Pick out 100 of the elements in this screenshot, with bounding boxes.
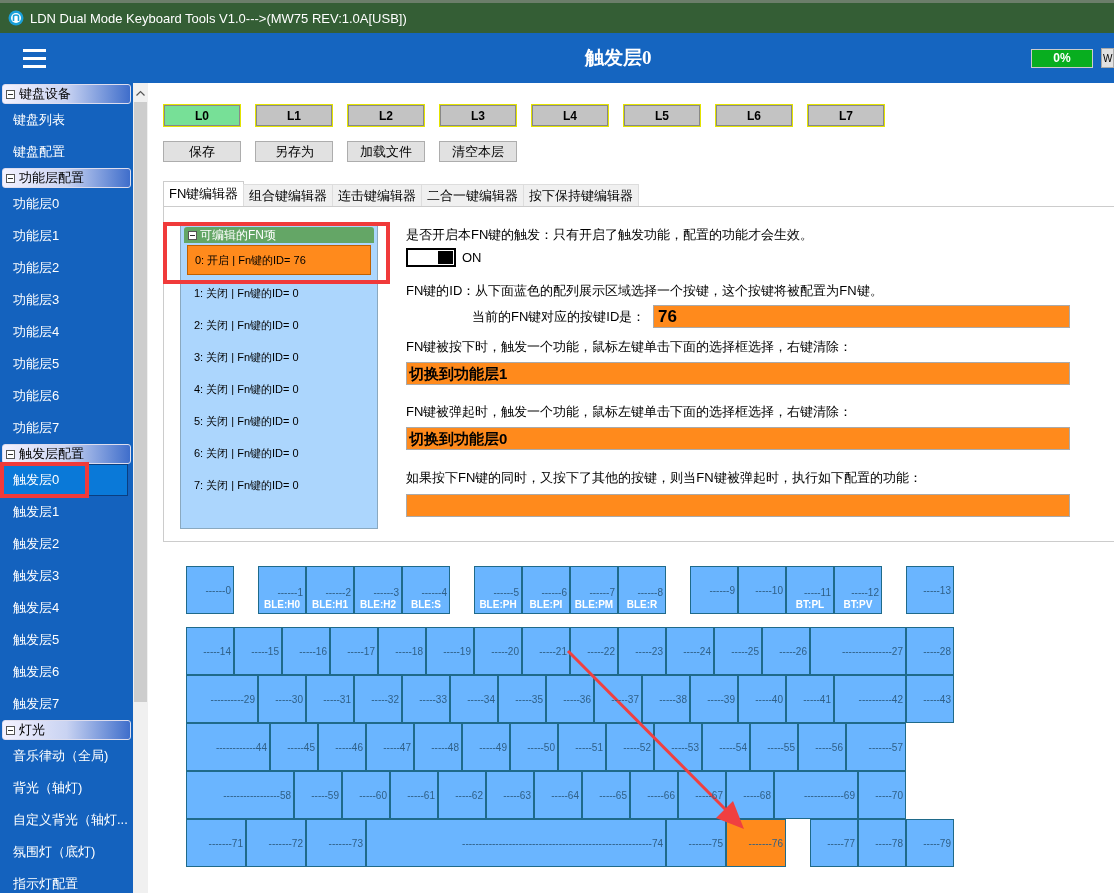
sidebar-group-header[interactable]: 键盘设备 xyxy=(2,84,131,104)
keyboard-key[interactable]: -----24 xyxy=(666,627,714,675)
sidebar-item[interactable]: 触发层4 xyxy=(0,592,133,624)
action-button[interactable]: 另存为 xyxy=(255,141,333,162)
sidebar-item[interactable]: 功能层7 xyxy=(0,412,133,444)
layer-button[interactable]: L4 xyxy=(531,104,609,127)
sidebar-item[interactable]: 功能层3 xyxy=(0,284,133,316)
sidebar-item[interactable]: 氛围灯（底灯) xyxy=(0,836,133,868)
sidebar-group-header[interactable]: 功能层配置 xyxy=(2,168,131,188)
keyboard-key[interactable]: -----62 xyxy=(438,771,486,819)
sidebar-item[interactable]: 音乐律动（全局) xyxy=(0,740,133,772)
combo-action-field[interactable] xyxy=(406,494,1070,517)
sidebar-group-header[interactable]: 灯光 xyxy=(2,720,131,740)
keyboard-key[interactable]: -----47 xyxy=(366,723,414,771)
keyboard-key[interactable]: -----43 xyxy=(906,675,954,723)
sidebar-item[interactable]: 触发层5 xyxy=(0,624,133,656)
sidebar-item[interactable]: 键盘配置 xyxy=(0,136,133,168)
toggle-switch[interactable] xyxy=(406,248,456,267)
collapse-icon[interactable] xyxy=(188,230,197,240)
keyboard-key[interactable]: ----------29 xyxy=(186,675,258,723)
keyboard-key[interactable]: -----55 xyxy=(750,723,798,771)
keyboard-key[interactable]: -----41 xyxy=(786,675,834,723)
keyboard-key[interactable]: -----19 xyxy=(426,627,474,675)
release-action-field[interactable]: 切换到功能层0 xyxy=(406,427,1070,450)
sidebar-item[interactable]: 触发层6 xyxy=(0,656,133,688)
keyboard-key[interactable]: -------73 xyxy=(306,819,366,867)
keyboard-key[interactable]: -----16 xyxy=(282,627,330,675)
layer-button[interactable]: L5 xyxy=(623,104,701,127)
keyboard-key[interactable]: ------2 BLE:H1 xyxy=(306,566,354,614)
layer-button[interactable]: L3 xyxy=(439,104,517,127)
keyboard-key[interactable]: ---------------27 xyxy=(810,627,906,675)
action-button[interactable]: 保存 xyxy=(163,141,241,162)
sidebar-item[interactable]: 触发层2 xyxy=(0,528,133,560)
keyboard-key[interactable]: -----59 xyxy=(294,771,342,819)
fn-list-item[interactable]: 5: 关闭 | Fn键的ID= 0 xyxy=(184,405,374,437)
keyboard-key[interactable]: ------8 BLE:R xyxy=(618,566,666,614)
editor-tab[interactable]: 二合一键编辑器 xyxy=(421,184,525,206)
layer-button[interactable]: L1 xyxy=(255,104,333,127)
keyboard-key[interactable]: -------57 xyxy=(846,723,906,771)
keyboard-key[interactable]: -----11 BT:PL xyxy=(786,566,834,614)
keyboard-key[interactable]: -------72 xyxy=(246,819,306,867)
keyboard-key[interactable]: -----28 xyxy=(906,627,954,675)
keyboard-key[interactable]: -----50 xyxy=(510,723,558,771)
keyboard-key[interactable]: -----14 xyxy=(186,627,234,675)
keyboard-key[interactable]: ------9 xyxy=(690,566,738,614)
scrollbar-thumb[interactable] xyxy=(134,102,147,702)
scrollbar[interactable] xyxy=(133,83,148,893)
collapse-icon[interactable] xyxy=(6,173,15,183)
action-button[interactable]: 加载文件 xyxy=(347,141,425,162)
sidebar-item[interactable]: 功能层5 xyxy=(0,348,133,380)
sidebar-item[interactable]: 触发层7 xyxy=(0,688,133,720)
header-button[interactable]: W xyxy=(1101,48,1114,68)
keyboard-key[interactable]: -----23 xyxy=(618,627,666,675)
keyboard-key[interactable]: -----10 xyxy=(738,566,786,614)
keyboard-key[interactable]: ------------69 xyxy=(774,771,858,819)
keyboard-key[interactable]: -----40 xyxy=(738,675,786,723)
keyboard-key[interactable]: -----77 xyxy=(810,819,858,867)
keyboard-key[interactable]: -----60 xyxy=(342,771,390,819)
keyboard-key[interactable]: -----46 xyxy=(318,723,366,771)
keyboard-key[interactable]: -----78 xyxy=(858,819,906,867)
sidebar-item[interactable]: 功能层2 xyxy=(0,252,133,284)
keyboard-key[interactable]: -----49 xyxy=(462,723,510,771)
keyboard-key[interactable]: ------4 BLE:S xyxy=(402,566,450,614)
keyboard-key[interactable]: -----12 BT:PV xyxy=(834,566,882,614)
sidebar-item[interactable]: 触发层3 xyxy=(0,560,133,592)
keyboard-key[interactable]: -----25 xyxy=(714,627,762,675)
keyboard-key[interactable]: -------71 xyxy=(186,819,246,867)
fn-list-item[interactable]: 2: 关闭 | Fn键的ID= 0 xyxy=(184,309,374,341)
keyboard-key[interactable]: -----15 xyxy=(234,627,282,675)
fn-list-item[interactable]: 7: 关闭 | Fn键的ID= 0 xyxy=(184,469,374,501)
keyboard-key[interactable]: -----18 xyxy=(378,627,426,675)
keyboard-key[interactable]: -----65 xyxy=(582,771,630,819)
sidebar-item[interactable]: 指示灯配置 xyxy=(0,868,133,893)
sidebar-group-header[interactable]: 触发层配置 xyxy=(2,444,131,464)
collapse-icon[interactable] xyxy=(6,89,15,99)
keyboard-key[interactable]: ------0 xyxy=(186,566,234,614)
keyboard-key[interactable]: ------6 BLE:PI xyxy=(522,566,570,614)
collapse-icon[interactable] xyxy=(6,725,15,735)
keyboard-key[interactable]: -----31 xyxy=(306,675,354,723)
sidebar-item[interactable]: 键盘列表 xyxy=(0,104,133,136)
keyboard-key[interactable]: -----17 xyxy=(330,627,378,675)
keyboard-key[interactable]: -----21 xyxy=(522,627,570,675)
menu-icon[interactable] xyxy=(23,48,46,68)
editor-tab[interactable]: 按下保持键编辑器 xyxy=(523,184,640,206)
keyboard-key[interactable]: -----48 xyxy=(414,723,462,771)
keyboard-key[interactable]: -----53 xyxy=(654,723,702,771)
keyboard-key[interactable]: ------5 BLE:PH xyxy=(474,566,522,614)
keyboard-key[interactable]: ---------------------------------------------------------74 xyxy=(366,819,666,867)
keyboard-key[interactable]: ------------44 xyxy=(186,723,270,771)
keyboard-key[interactable]: -----20 xyxy=(474,627,522,675)
fn-list-item[interactable]: 4: 关闭 | Fn键的ID= 0 xyxy=(184,373,374,405)
keyboard-key[interactable]: -----79 xyxy=(906,819,954,867)
layer-button[interactable]: L7 xyxy=(807,104,885,127)
keyboard-key[interactable]: -----35 xyxy=(498,675,546,723)
keyboard-key[interactable]: -----------------58 xyxy=(186,771,294,819)
sidebar-item[interactable]: 功能层6 xyxy=(0,380,133,412)
sidebar-item[interactable]: 功能层1 xyxy=(0,220,133,252)
keyboard-key[interactable]: -----52 xyxy=(606,723,654,771)
keyboard-key[interactable]: -----34 xyxy=(450,675,498,723)
keyboard-key[interactable]: -----36 xyxy=(546,675,594,723)
